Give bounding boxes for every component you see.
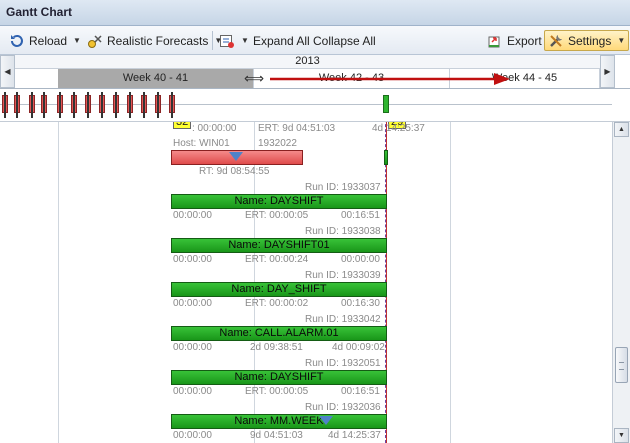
- overview-job-marker[interactable]: [155, 92, 161, 118]
- reload-icon: [9, 33, 25, 49]
- job-bar[interactable]: Name: DAYSHIFT: [171, 194, 387, 209]
- job-end-time: 00:16:51: [341, 210, 380, 221]
- job-end-time: 4d 14:25:37: [372, 123, 425, 134]
- timeline-scroll-left-button[interactable]: ◀: [0, 55, 15, 88]
- resize-horizontal-icon[interactable]: ⟺: [244, 71, 264, 85]
- overview-job-marker[interactable]: [29, 92, 35, 118]
- overview-job-marker[interactable]: [141, 92, 147, 118]
- gantt-chart-area[interactable]: 32 29 : 00:00:00 ERT: 9d 04:51:03 4d 14:…: [0, 122, 612, 443]
- job-bar[interactable]: Name: DAY_SHIFT: [171, 282, 387, 297]
- expand-all-label: Expand All: [253, 33, 310, 48]
- job-end-time: 00:16:30: [341, 298, 380, 309]
- job-bar[interactable]: Name: DAYSHIFT: [171, 370, 387, 385]
- job-ert: 2d 09:38:51: [250, 342, 303, 353]
- expand-all-button[interactable]: Expand All: [250, 30, 313, 51]
- job-bar-running[interactable]: [384, 150, 388, 165]
- timeline-year: 2013: [15, 55, 600, 69]
- settings-dropdown-icon: ▼: [617, 36, 626, 45]
- job-start-time: 00:00:00: [173, 430, 212, 441]
- job-bar[interactable]: Name: MM.WEEK: [171, 414, 387, 429]
- filter-icon: [219, 33, 235, 49]
- export-icon: [487, 33, 503, 49]
- realistic-forecasts-label: Realistic Forecasts: [107, 33, 209, 48]
- triangle-up-icon: ▲: [618, 126, 625, 133]
- triangle-down-icon: [319, 416, 333, 425]
- export-button[interactable]: Export: [484, 30, 545, 51]
- settings-label: Settings: [568, 33, 612, 48]
- collapse-all-label: Collapse All: [313, 33, 376, 48]
- overview-job-marker[interactable]: [2, 92, 8, 118]
- scroll-up-button[interactable]: ▲: [614, 122, 629, 137]
- job-ert: ERT: 00:00:24: [245, 254, 309, 265]
- triangle-down-icon: [229, 152, 243, 161]
- overview-job-marker[interactable]: [113, 92, 119, 118]
- grid-line: [58, 122, 59, 443]
- job-run-id: Run ID: 1932036: [305, 402, 381, 413]
- toolbar-separator: [212, 31, 213, 50]
- grid-line: [450, 122, 451, 443]
- overview-job-marker-active[interactable]: [383, 95, 389, 113]
- overview-job-marker[interactable]: [99, 92, 105, 118]
- reload-label: Reload: [29, 33, 68, 48]
- overview-job-marker[interactable]: [169, 92, 175, 118]
- job-run-id: Run ID: 1933042: [305, 314, 381, 325]
- job-end-time: 00:00:00: [341, 254, 380, 265]
- job-end-time: 00:16:51: [341, 386, 380, 397]
- overview-job-marker[interactable]: [57, 92, 63, 118]
- window-title: Gantt Chart: [6, 5, 72, 19]
- job-rt: RT: 9d 08:54:55: [199, 166, 270, 177]
- toolbar: Reload ▼ Realistic Forecasts ▼ ▼ Expand …: [0, 26, 630, 55]
- reload-button[interactable]: Reload ▼: [6, 30, 84, 51]
- gantt-overview-strip: [0, 89, 630, 122]
- timeline-week-40-41[interactable]: Week 40 - 41: [58, 69, 254, 88]
- job-ert: 9d 04:51:03: [250, 430, 303, 441]
- job-start-time: 00:00:00: [173, 386, 212, 397]
- forecast-icon: [87, 33, 103, 49]
- job-end-time: 4d 14:25:37: [328, 430, 381, 441]
- job-run-id: 1932022: [258, 138, 297, 149]
- timeline-header: ◀ 2013 Week 40 - 41 Week 42 - 43 Week 44…: [0, 55, 630, 89]
- triangle-left-icon: ◀: [4, 67, 11, 76]
- filter-dropdown-icon[interactable]: ▼: [241, 36, 249, 45]
- job-end-time: 4d 00:09:02: [332, 342, 385, 353]
- job-run-id: Run ID: 1933037: [305, 182, 381, 193]
- window-title-bar: Gantt Chart: [0, 0, 630, 26]
- overview-baseline: [0, 104, 612, 105]
- overview-job-marker[interactable]: [41, 92, 47, 118]
- job-host: Host: WIN01: [173, 138, 230, 149]
- job-ert: ERT: 00:00:05: [245, 386, 309, 397]
- job-run-id: Run ID: 1933038: [305, 226, 381, 237]
- job-start-time: 00:00:00: [173, 342, 212, 353]
- job-run-id: Run ID: 1933039: [305, 270, 381, 281]
- realistic-forecasts-button[interactable]: Realistic Forecasts ▼: [84, 30, 225, 51]
- job-start-time: 00:00:00: [173, 298, 212, 309]
- vertical-scrollbar[interactable]: ▲ ▼: [612, 122, 630, 443]
- overview-job-marker[interactable]: [71, 92, 77, 118]
- scroll-down-button[interactable]: ▼: [614, 428, 629, 443]
- job-run-id: Run ID: 1932051: [305, 358, 381, 369]
- job-ert: ERT: 00:00:02: [245, 298, 309, 309]
- job-start-time: 00:00:00: [173, 210, 212, 221]
- reload-dropdown-icon[interactable]: ▼: [73, 36, 81, 45]
- job-count-badge-left: 32: [173, 122, 192, 129]
- settings-button[interactable]: Settings ▼: [544, 30, 630, 51]
- overview-job-marker[interactable]: [85, 92, 91, 118]
- overview-job-marker[interactable]: [127, 92, 133, 118]
- job-bar[interactable]: Name: DAYSHIFT01: [171, 238, 387, 253]
- overview-job-marker[interactable]: [14, 92, 20, 118]
- triangle-right-icon: ▶: [604, 67, 611, 76]
- settings-icon: [548, 33, 564, 49]
- job-start-time: : 00:00:00: [192, 123, 237, 134]
- job-start-time: 00:00:00: [173, 254, 212, 265]
- job-bar[interactable]: Name: CALL.ALARM.01: [171, 326, 387, 341]
- export-label: Export: [507, 33, 542, 48]
- job-ert: ERT: 9d 04:51:03: [258, 123, 336, 134]
- scrollbar-thumb[interactable]: [615, 347, 628, 383]
- arrow-right-icon: [270, 73, 510, 85]
- filter-button[interactable]: ▼: [216, 30, 252, 51]
- job-ert: ERT: 00:00:05: [245, 210, 309, 221]
- timeline-scroll-right-button[interactable]: ▶: [600, 55, 615, 88]
- triangle-down-icon: ▼: [618, 432, 625, 439]
- collapse-all-button[interactable]: Collapse All: [310, 30, 379, 51]
